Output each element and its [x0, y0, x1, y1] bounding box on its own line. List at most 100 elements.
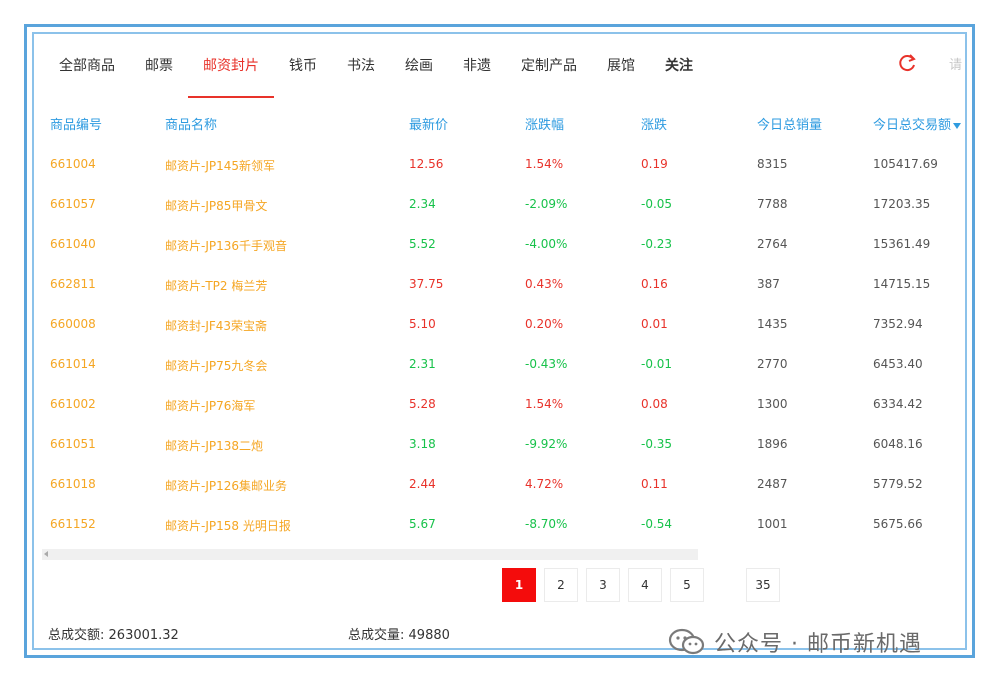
cell-name[interactable]: 邮资片-JP136千手观音	[165, 237, 287, 254]
cell-change: 0.16	[641, 277, 668, 291]
cell-name[interactable]: 邮资片-JP85甲骨文	[165, 197, 267, 214]
cell-code[interactable]: 662811	[50, 277, 96, 291]
table-row[interactable]: 661152 邮资片-JP158 光明日报 5.67 -8.70% -0.54 1001 5…	[34, 508, 965, 548]
cell-change: -0.23	[641, 237, 673, 251]
cell-price: 3.18	[409, 437, 436, 451]
cell-volume: 2487	[757, 477, 788, 491]
cell-name[interactable]: 邮资片-JP126集邮业务	[165, 477, 287, 494]
cell-volume: 2764	[757, 237, 788, 251]
table-row[interactable]: 661018 邮资片-JP126集邮业务 2.44 4.72% 0.11 2487 5779…	[34, 468, 965, 508]
cell-code[interactable]: 661057	[50, 197, 96, 211]
cell-name[interactable]: 邮资封-JF43荣宝斋	[165, 317, 267, 334]
total-volume-label: 总成交量:	[348, 628, 405, 643]
cell-name[interactable]: 邮资片-JP158 光明日报	[165, 517, 291, 534]
wechat-icon	[668, 628, 705, 655]
scroll-left-icon[interactable]	[44, 551, 48, 557]
page-button-5[interactable]: 5	[670, 568, 704, 602]
cell-name[interactable]: 邮资片-JP75九冬会	[165, 357, 267, 374]
column-header-name[interactable]: 商品名称	[165, 114, 217, 133]
cell-turnover: 17203.35	[873, 197, 931, 211]
inner-frame: 全部商品 邮票 邮资封片 钱币 书法 绘画 非遗 定制产品 展馆 关注 请 商品编号 商品名称 最…	[32, 32, 967, 650]
total-volume: 总成交量: 49880	[348, 624, 450, 643]
page-button-2[interactable]: 2	[544, 568, 578, 602]
cell-price: 2.31	[409, 357, 436, 371]
column-header-turnover[interactable]: 今日总交易额	[873, 114, 962, 133]
cell-volume: 8315	[757, 157, 788, 171]
cell-change-pct: 1.54%	[525, 397, 564, 411]
cell-change-pct: -9.92%	[525, 437, 568, 451]
cell-volume: 2770	[757, 357, 788, 371]
cell-name[interactable]: 邮资片-JP76海军	[165, 397, 255, 414]
table-row[interactable]: 661004 邮资片-JP145新领军 12.56 1.54% 0.19 8315 1054…	[34, 148, 965, 188]
table-row[interactable]: 661040 邮资片-JP136千手观音 5.52 -4.00% -0.23 2764 15…	[34, 228, 965, 268]
cell-turnover: 7352.94	[873, 317, 923, 331]
cell-turnover: 5675.66	[873, 517, 923, 531]
horizontal-scrollbar[interactable]	[42, 549, 698, 560]
tab-6[interactable]: 非遗	[448, 52, 506, 98]
cell-name[interactable]: 邮资片-TP2 梅兰芳	[165, 277, 267, 294]
page-button-3[interactable]: 3	[586, 568, 620, 602]
tab-4[interactable]: 书法	[332, 52, 390, 98]
table-row[interactable]: 661014 邮资片-JP75九冬会 2.31 -0.43% -0.01 2770 6453…	[34, 348, 965, 388]
cell-code[interactable]: 661004	[50, 157, 96, 171]
tab-1[interactable]: 邮票	[130, 52, 188, 98]
cell-change: 0.19	[641, 157, 668, 171]
cell-turnover: 14715.15	[873, 277, 931, 291]
total-turnover: 总成交额: 263001.32	[48, 624, 179, 643]
table-header: 商品编号 商品名称 最新价 涨跌幅 涨跌 今日总销量 今日总交易额	[34, 114, 965, 138]
cell-change: -0.05	[641, 197, 673, 211]
cell-price: 2.44	[409, 477, 436, 491]
table-row[interactable]: 661057 邮资片-JP85甲骨文 2.34 -2.09% -0.05 7788 1720…	[34, 188, 965, 228]
cell-change-pct: 1.54%	[525, 157, 564, 171]
cell-change-pct: 0.20%	[525, 317, 564, 331]
tab-3[interactable]: 钱币	[274, 52, 332, 98]
page-button-4[interactable]: 4	[628, 568, 662, 602]
cell-price: 12.56	[409, 157, 444, 171]
tab-8[interactable]: 展馆	[592, 52, 650, 98]
column-header-price[interactable]: 最新价	[409, 114, 448, 133]
cell-turnover: 6334.42	[873, 397, 923, 411]
cell-code[interactable]: 661051	[50, 437, 96, 451]
sort-desc-icon	[953, 122, 962, 129]
cell-turnover: 5779.52	[873, 477, 923, 491]
cell-change-pct: -4.00%	[525, 237, 568, 251]
column-header-volume[interactable]: 今日总销量	[757, 114, 822, 133]
column-header-change-pct[interactable]: 涨跌幅	[525, 114, 564, 133]
cell-code[interactable]: 661152	[50, 517, 96, 531]
cell-price: 5.10	[409, 317, 436, 331]
outer-frame: 全部商品 邮票 邮资封片 钱币 书法 绘画 非遗 定制产品 展馆 关注 请 商品编号 商品名称 最…	[24, 24, 975, 658]
total-volume-value: 49880	[408, 628, 450, 643]
page-button-1[interactable]: 1	[502, 568, 536, 602]
tab-7[interactable]: 定制产品	[506, 52, 592, 98]
search-hint[interactable]: 请	[949, 54, 962, 73]
table-row[interactable]: 660008 邮资封-JF43荣宝斋 5.10 0.20% 0.01 1435 7352.9…	[34, 308, 965, 348]
cell-change-pct: 0.43%	[525, 277, 564, 291]
cell-name[interactable]: 邮资片-JP138二炮	[165, 437, 263, 454]
tab-0[interactable]: 全部商品	[44, 52, 130, 98]
cell-code[interactable]: 661014	[50, 357, 96, 371]
cell-volume: 1001	[757, 517, 788, 531]
cell-change: 0.11	[641, 477, 668, 491]
column-header-change[interactable]: 涨跌	[641, 114, 667, 133]
tab-2[interactable]: 邮资封片	[188, 52, 274, 98]
cell-volume: 7788	[757, 197, 788, 211]
page-button-last[interactable]: 35	[746, 568, 780, 602]
column-header-code[interactable]: 商品编号	[50, 114, 102, 133]
cell-code[interactable]: 661018	[50, 477, 96, 491]
cell-price: 37.75	[409, 277, 444, 291]
cell-name[interactable]: 邮资片-JP145新领军	[165, 157, 275, 174]
table-row[interactable]: 661002 邮资片-JP76海军 5.28 1.54% 0.08 1300 6334.42	[34, 388, 965, 428]
refresh-icon[interactable]	[896, 52, 918, 74]
pagination: 1 2 3 4 5 35	[34, 568, 965, 602]
cell-change: 0.01	[641, 317, 668, 331]
table-row[interactable]: 662811 邮资片-TP2 梅兰芳 37.75 0.43% 0.16 387 14715.…	[34, 268, 965, 308]
cell-turnover: 15361.49	[873, 237, 931, 251]
tab-9[interactable]: 关注	[650, 52, 708, 98]
tab-5[interactable]: 绘画	[390, 52, 448, 98]
cell-code[interactable]: 661040	[50, 237, 96, 251]
market-panel: 全部商品 邮票 邮资封片 钱币 书法 绘画 非遗 定制产品 展馆 关注 请 商品编号 商品名称 最…	[34, 34, 965, 648]
table-row[interactable]: 661051 邮资片-JP138二炮 3.18 -9.92% -0.35 1896 6048…	[34, 428, 965, 468]
cell-code[interactable]: 661002	[50, 397, 96, 411]
watermark: 公众号 · 邮币新机遇	[668, 624, 922, 660]
cell-code[interactable]: 660008	[50, 317, 96, 331]
